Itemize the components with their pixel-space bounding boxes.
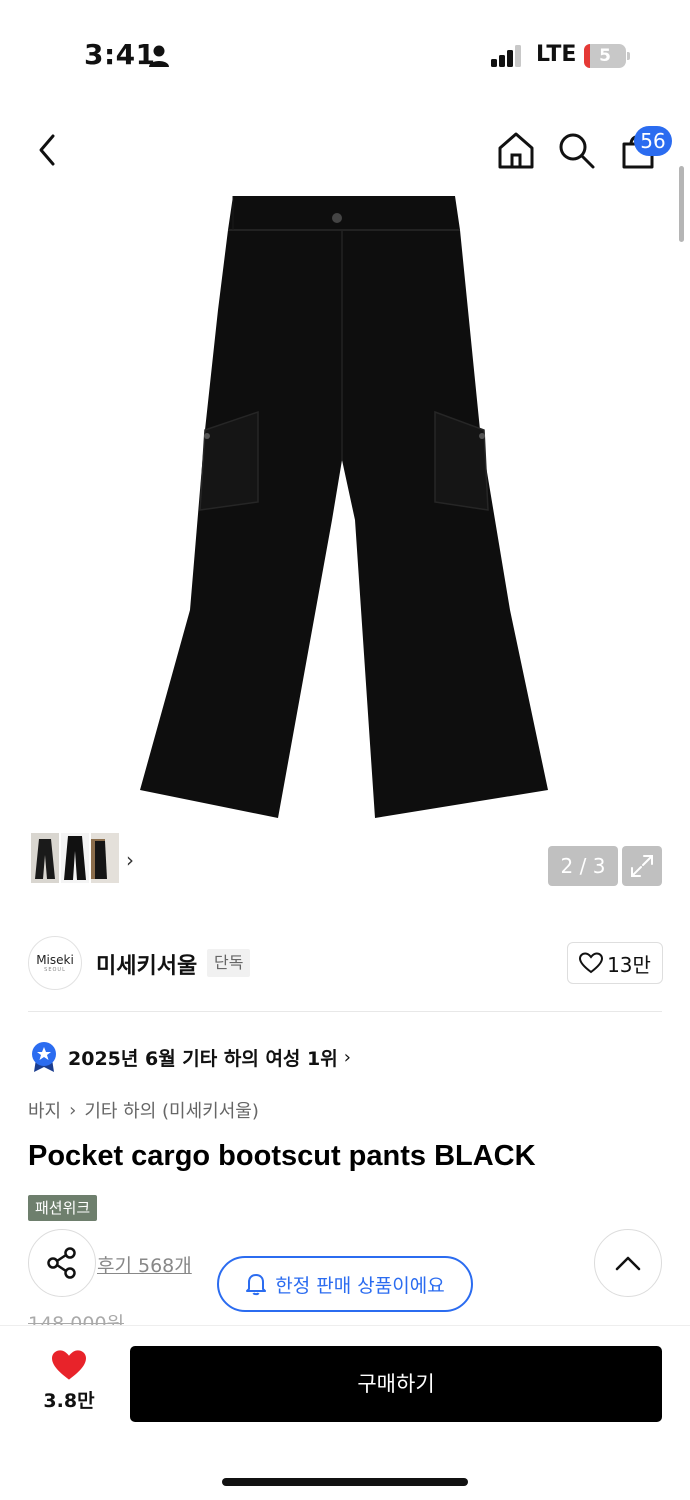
heart-outline-icon	[579, 952, 604, 974]
status-time: 3:41	[84, 38, 156, 71]
share-icon	[47, 1247, 76, 1279]
product-photo	[140, 196, 548, 818]
ranking-link[interactable]: 2025년 6월 기타 하의 여성 1위 ›	[30, 1040, 351, 1074]
home-indicator	[222, 1478, 468, 1486]
wishlist-count: 3.8만	[43, 1390, 95, 1412]
search-button[interactable]	[554, 128, 598, 172]
cart-count-badge: 56	[634, 126, 672, 156]
wishlist-button[interactable]: 3.8만	[30, 1348, 108, 1418]
ranking-text: 2025년 6월 기타 하의 여성 1위	[68, 1047, 338, 1070]
thumbnail-strip[interactable]: ›	[28, 830, 140, 886]
status-bar: 3:41 LTE 5	[0, 0, 690, 110]
brand-name[interactable]: 미세키서울	[96, 948, 197, 980]
back-button[interactable]	[26, 128, 70, 172]
brand-like-count: 13만	[607, 952, 651, 977]
product-title: Pocket cargo bootscut pants BLACK	[28, 1140, 536, 1172]
thumbnail-3[interactable]	[91, 833, 119, 883]
review-count-link[interactable]: 후기 568개	[97, 1251, 192, 1278]
limited-sale-text: 한정 판매 상품이에요	[275, 1274, 445, 1297]
home-button[interactable]	[494, 128, 538, 172]
scroll-to-top-button[interactable]	[594, 1229, 662, 1297]
search-icon	[559, 133, 595, 169]
battery-icon: 5	[584, 44, 630, 68]
fashion-week-badge: 패션위크	[28, 1195, 98, 1221]
brand-like-button[interactable]: 13만	[567, 942, 663, 984]
chevron-left-icon	[39, 134, 55, 166]
chevron-right-icon[interactable]: ›	[126, 848, 134, 872]
original-price: 148,000원	[28, 1313, 125, 1325]
exclusive-tag: 단독	[207, 949, 251, 977]
thumbnail-2[interactable]	[61, 833, 89, 883]
image-counter: 2 / 3	[548, 846, 618, 886]
chevron-up-icon	[615, 1256, 641, 1271]
breadcrumb: 바지 › 기타 하의 (미세키서울)	[28, 1097, 259, 1123]
chevron-right-icon: ›	[343, 1046, 351, 1068]
bottom-action-bar: 3.8만 구매하기	[0, 1325, 690, 1500]
expand-button[interactable]	[622, 846, 662, 886]
brand-logo[interactable]: Miseki SEOUL	[28, 936, 82, 990]
expand-icon	[631, 855, 653, 877]
heart-filled-icon	[52, 1350, 86, 1380]
limited-sale-notice[interactable]: 한정 판매 상품이에요	[217, 1256, 473, 1312]
bell-icon	[246, 1274, 267, 1296]
ranking-medal-icon	[32, 1042, 56, 1072]
signal-icon	[491, 45, 521, 67]
divider	[28, 1011, 662, 1012]
network-type: LTE	[536, 42, 577, 67]
breadcrumb-item[interactable]: 바지	[28, 1097, 61, 1123]
chevron-right-icon: ›	[69, 1099, 77, 1121]
person-icon	[149, 45, 169, 67]
share-button[interactable]	[28, 1229, 96, 1297]
home-icon	[498, 132, 534, 169]
scrollbar[interactable]	[679, 166, 684, 242]
thumbnail-1[interactable]	[31, 833, 59, 883]
battery-level: 5	[599, 46, 611, 66]
breadcrumb-item[interactable]: 기타 하의 (미세키서울)	[84, 1097, 259, 1123]
brand-row[interactable]: Miseki SEOUL 미세키서울 단독 13만	[0, 914, 690, 1012]
buy-button[interactable]: 구매하기	[130, 1346, 662, 1422]
